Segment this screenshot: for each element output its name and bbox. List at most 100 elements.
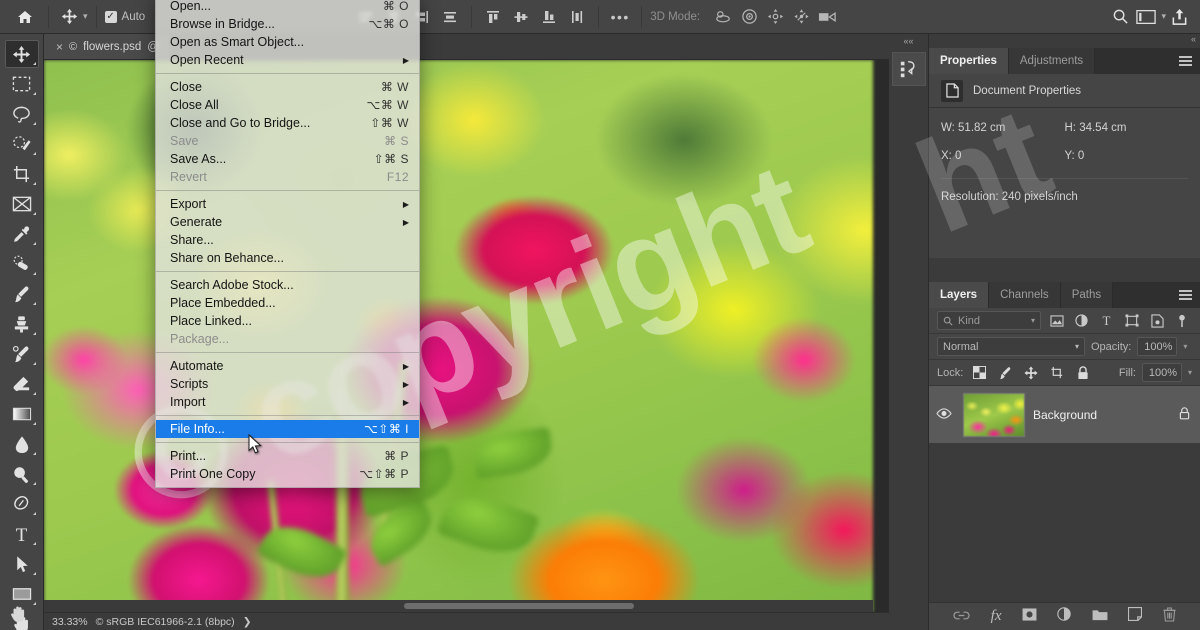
- filter-shape-icon[interactable]: [1123, 314, 1142, 327]
- close-icon[interactable]: ×: [56, 40, 63, 54]
- 3d-orbit-icon[interactable]: [710, 5, 736, 29]
- pen-tool[interactable]: [5, 490, 39, 518]
- rectangle-tool[interactable]: [5, 580, 39, 608]
- chevron-down-icon[interactable]: ▾: [1075, 342, 1079, 351]
- lasso-tool[interactable]: [5, 100, 39, 128]
- dodge-tool[interactable]: [5, 460, 39, 488]
- document-y[interactable]: Y: 0: [1065, 150, 1189, 162]
- rail-collapse-icon[interactable]: ««: [889, 34, 928, 48]
- tab-paths[interactable]: Paths: [1060, 282, 1114, 308]
- menu-item-print[interactable]: Print... ⌘ P: [156, 447, 419, 465]
- tab-properties[interactable]: Properties: [929, 48, 1009, 74]
- delete-layer-icon[interactable]: [1163, 606, 1176, 627]
- tool-preset-chevron-icon[interactable]: ▾: [83, 11, 88, 22]
- search-icon[interactable]: [1107, 5, 1133, 29]
- menu-item-open-as-smart-object[interactable]: Open as Smart Object...: [156, 33, 419, 51]
- rectangular-marquee-tool[interactable]: [5, 70, 39, 98]
- filter-type-icon[interactable]: T: [1097, 314, 1116, 327]
- layer-row-background[interactable]: Background: [929, 386, 1200, 444]
- layer-thumbnail[interactable]: [963, 392, 1025, 437]
- distribute-horizontally-icon[interactable]: [437, 5, 463, 29]
- panel-menu-icon[interactable]: [1179, 56, 1192, 68]
- filter-toggle-icon[interactable]: [1173, 314, 1192, 328]
- panel-menu-icon[interactable]: [1179, 290, 1192, 302]
- eyedropper-tool[interactable]: [5, 220, 39, 248]
- menu-item-print-one-copy[interactable]: Print One Copy ⌥⇧⌘ P: [156, 465, 419, 483]
- clone-stamp-tool[interactable]: [5, 310, 39, 338]
- menu-item-close-all[interactable]: Close All ⌥⌘ W: [156, 96, 419, 114]
- opacity-value[interactable]: 100%: [1137, 337, 1178, 356]
- document-width[interactable]: W: 51.82 cm: [941, 122, 1065, 134]
- lock-image-pixels-icon[interactable]: [995, 366, 1015, 380]
- history-actions-icon[interactable]: [891, 52, 926, 86]
- menu-item-file-info[interactable]: File Info... ⌥⇧⌘ I: [156, 420, 419, 438]
- layer-filter-kind-select[interactable]: Kind ▾: [937, 311, 1041, 330]
- fill-value[interactable]: 100%: [1141, 363, 1182, 382]
- align-vertical-centers-icon[interactable]: [508, 5, 534, 29]
- history-brush-tool[interactable]: [5, 340, 39, 368]
- menu-item-place-linked[interactable]: Place Linked...: [156, 312, 419, 330]
- layer-visibility-eye-icon[interactable]: [933, 407, 955, 422]
- chevron-down-icon[interactable]: ▾: [1031, 316, 1035, 325]
- document-resolution[interactable]: Resolution: 240 pixels/inch: [941, 191, 1188, 203]
- lock-artboard-nesting-icon[interactable]: [1047, 366, 1067, 380]
- filter-pixel-icon[interactable]: [1047, 314, 1066, 327]
- more-options-icon[interactable]: •••: [607, 5, 633, 29]
- scroll-thumb[interactable]: [404, 603, 634, 609]
- menu-item-open-recent[interactable]: Open Recent ▶: [156, 51, 419, 69]
- menu-item-generate[interactable]: Generate ▶: [156, 213, 419, 231]
- menu-item-share-on-behance[interactable]: Share on Behance...: [156, 249, 419, 267]
- document-height[interactable]: H: 34.54 cm: [1065, 122, 1189, 134]
- link-layers-icon[interactable]: [953, 608, 970, 626]
- menu-item-place-embedded[interactable]: Place Embedded...: [156, 294, 419, 312]
- brush-tool[interactable]: [5, 280, 39, 308]
- document-x[interactable]: X: 0: [941, 150, 1065, 162]
- blur-tool[interactable]: [5, 430, 39, 458]
- filter-adjustment-icon[interactable]: [1072, 314, 1091, 327]
- file-menu[interactable]: Open... ⌘ O Browse in Bridge... ⌥⌘ O Open as…: [155, 0, 420, 488]
- tab-layers[interactable]: Layers: [929, 282, 990, 308]
- type-tool[interactable]: T: [5, 520, 39, 548]
- layer-name[interactable]: Background: [1033, 408, 1097, 422]
- menu-item-save-as[interactable]: Save As... ⇧⌘ S: [156, 150, 419, 168]
- horizontal-scrollbar[interactable]: [44, 600, 873, 612]
- align-top-edges-icon[interactable]: [480, 5, 506, 29]
- opacity-stepper-icon[interactable]: ▾: [1183, 342, 1187, 351]
- lock-position-icon[interactable]: [1021, 365, 1041, 380]
- menu-item-browse-in-bridge[interactable]: Browse in Bridge... ⌥⌘ O: [156, 15, 419, 33]
- blend-mode-select[interactable]: Normal ▾: [937, 337, 1085, 356]
- zoom-level[interactable]: 33.33%: [52, 616, 88, 628]
- status-expand-icon[interactable]: ❯: [243, 616, 252, 628]
- panel-collapse-icon[interactable]: «: [1191, 34, 1196, 44]
- align-bottom-edges-icon[interactable]: [536, 5, 562, 29]
- add-layer-mask-icon[interactable]: [1022, 607, 1037, 626]
- workspace-layout-icon[interactable]: [1133, 5, 1159, 29]
- quick-selection-tool[interactable]: [5, 130, 39, 158]
- menu-item-automate[interactable]: Automate ▶: [156, 357, 419, 375]
- 3d-slide-icon[interactable]: [788, 5, 814, 29]
- lock-all-icon[interactable]: [1073, 365, 1093, 380]
- spot-healing-brush-tool[interactable]: [5, 250, 39, 278]
- frame-tool[interactable]: [5, 190, 39, 218]
- distribute-vertically-icon[interactable]: [564, 5, 590, 29]
- fill-stepper-icon[interactable]: ▾: [1188, 368, 1192, 377]
- tab-channels[interactable]: Channels: [989, 282, 1061, 308]
- menu-item-scripts[interactable]: Scripts ▶: [156, 375, 419, 393]
- new-layer-icon[interactable]: [1128, 606, 1143, 626]
- menu-item-export[interactable]: Export ▶: [156, 195, 419, 213]
- tab-adjustments[interactable]: Adjustments: [1008, 48, 1096, 74]
- lock-transparent-pixels-icon[interactable]: [969, 366, 989, 379]
- new-group-icon[interactable]: [1092, 608, 1108, 626]
- layer-lock-icon[interactable]: [1179, 406, 1190, 423]
- new-adjustment-layer-icon[interactable]: [1057, 607, 1072, 626]
- crop-tool[interactable]: [5, 160, 39, 188]
- 3d-pan-icon[interactable]: [762, 5, 788, 29]
- path-selection-tool[interactable]: [5, 550, 39, 578]
- menu-item-close-and-go-to-bridge[interactable]: Close and Go to Bridge... ⇧⌘ W: [156, 114, 419, 132]
- menu-item-import[interactable]: Import ▶: [156, 393, 419, 411]
- eraser-tool[interactable]: [5, 370, 39, 398]
- menu-item-search-adobe-stock[interactable]: Search Adobe Stock...: [156, 276, 419, 294]
- move-tool-options-icon[interactable]: [57, 6, 81, 28]
- auto-select-checkbox[interactable]: ✓: [104, 10, 117, 23]
- 3d-camera-icon[interactable]: [814, 5, 840, 29]
